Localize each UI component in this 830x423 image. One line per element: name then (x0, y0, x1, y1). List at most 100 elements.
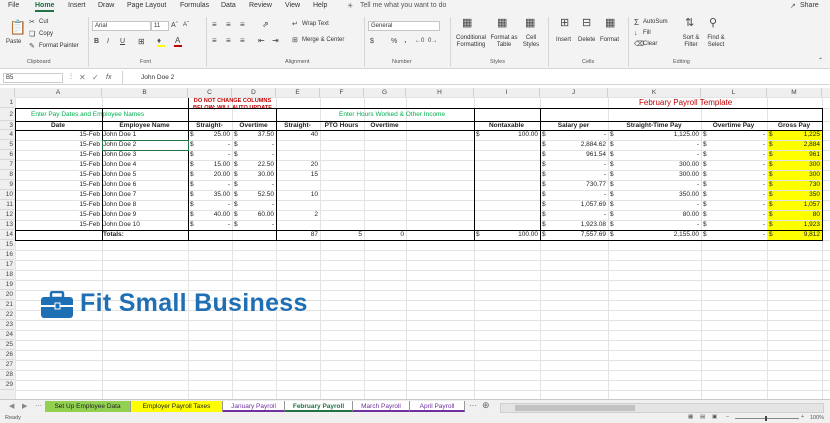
insert-cells-button[interactable]: Insert (556, 37, 571, 43)
date-cell[interactable]: 15-Feb (16, 130, 100, 140)
increase-decimal-icon[interactable]: ←0 (415, 37, 424, 46)
total-value-cell[interactable]: 87 (277, 230, 318, 240)
value-cell[interactable]: 30.00 (233, 170, 274, 180)
date-cell[interactable]: 15-Feb (16, 190, 100, 200)
column-heading[interactable]: Gross Pay (768, 121, 820, 130)
row-header[interactable]: 6 (0, 150, 14, 160)
menu-tab-data[interactable]: Data (221, 2, 236, 9)
more-sheets-icon[interactable]: ⋯ (469, 401, 477, 410)
fill-icon[interactable]: ↓ (634, 29, 638, 38)
date-cell[interactable]: 15-Feb (16, 200, 100, 210)
value-cell[interactable]: 37.50 (233, 130, 274, 140)
autosum-button[interactable]: AutoSum (643, 19, 668, 25)
value-cell[interactable]: - (233, 220, 274, 230)
value-cell[interactable]: - (233, 180, 274, 190)
value-cell[interactable]: 10 (277, 190, 318, 200)
date-cell[interactable]: 15-Feb (16, 180, 100, 190)
date-cell[interactable]: 15-Feb (16, 220, 100, 230)
employee-name-cell[interactable]: John Doe 8 (103, 200, 186, 210)
total-value-cell[interactable]: 7,557.69 (541, 230, 606, 240)
menu-tab-draw[interactable]: Draw (98, 2, 114, 9)
conditional-formatting-icon[interactable]: ▦ (462, 18, 472, 29)
zoom-level[interactable]: 100% (810, 415, 824, 421)
sheet-tab-april[interactable]: April Payroll (410, 401, 465, 412)
value-cell[interactable]: - (702, 210, 765, 220)
copy-button[interactable]: Copy (39, 31, 53, 37)
total-value-cell[interactable]: 9,812 (768, 230, 820, 240)
value-cell[interactable]: 35.00 (189, 190, 230, 200)
menu-tab-help[interactable]: Help (313, 2, 327, 9)
decrease-decimal-icon[interactable]: 0→ (428, 37, 437, 46)
value-cell[interactable]: 52.50 (233, 190, 274, 200)
scroll-tabs-right-icon[interactable]: ▶ (22, 402, 27, 411)
cut-button[interactable]: Cut (39, 19, 48, 25)
total-value-cell[interactable]: 100.00 (475, 230, 538, 240)
font-size-dropdown[interactable]: 11 (151, 21, 169, 31)
totals-label[interactable]: Totals: (103, 230, 186, 240)
value-cell[interactable]: 730 (768, 180, 820, 190)
align-top-icon[interactable]: ≡ (212, 20, 217, 29)
total-value-cell[interactable]: 2,155.00 (609, 230, 699, 240)
warning-note[interactable]: DO NOT CHANGE COLUMNS BELOW; WILL AUTO U… (191, 98, 274, 120)
align-left-icon[interactable]: ≡ (212, 36, 217, 45)
value-cell[interactable]: 15 (277, 170, 318, 180)
row-header[interactable]: 5 (0, 140, 14, 150)
date-cell[interactable]: 15-Feb (16, 160, 100, 170)
column-header-i[interactable]: I (474, 88, 540, 97)
tell-me-input[interactable]: Tell me what you want to do (360, 2, 446, 9)
value-cell[interactable]: - (609, 140, 699, 150)
row-header[interactable]: 21 (0, 300, 14, 310)
value-cell[interactable]: 1,057.69 (541, 200, 606, 210)
value-cell[interactable]: - (189, 200, 230, 210)
value-cell[interactable]: 1,125.00 (609, 130, 699, 140)
format-as-table-button[interactable]: Format as Table (490, 35, 518, 49)
grow-font-icon[interactable]: Aˆ (171, 21, 178, 30)
sheet-tab-employer-taxes[interactable]: Employer Payroll Taxes (131, 401, 223, 412)
wrap-text-button[interactable]: Wrap Text (302, 21, 329, 27)
row-header[interactable]: 13 (0, 220, 14, 230)
value-cell[interactable]: - (702, 200, 765, 210)
row-header[interactable]: 7 (0, 160, 14, 170)
clear-button[interactable]: Clear (643, 41, 657, 47)
date-cell[interactable]: 15-Feb (16, 210, 100, 220)
row-header[interactable]: 8 (0, 170, 14, 180)
value-cell[interactable]: 961.54 (541, 150, 606, 160)
date-cell[interactable]: 15-Feb (16, 140, 100, 150)
row-header[interactable]: 24 (0, 330, 14, 340)
value-cell[interactable]: 300 (768, 170, 820, 180)
paste-icon[interactable]: 📋 (9, 20, 26, 34)
row-header[interactable]: 11 (0, 200, 14, 210)
borders-icon[interactable]: ⊞ (138, 37, 145, 46)
add-sheet-icon[interactable]: ⊕ (482, 401, 490, 410)
more-tabs-icon[interactable]: ⋯ (35, 402, 42, 411)
column-header-b[interactable]: B (102, 88, 188, 97)
zoom-slider[interactable] (735, 418, 799, 419)
fill-button[interactable]: Fill (643, 30, 651, 36)
total-value-cell[interactable]: - (702, 230, 765, 240)
fill-color-icon[interactable]: ♦ (157, 36, 161, 45)
value-cell[interactable]: - (609, 150, 699, 160)
align-bottom-icon[interactable]: ≡ (240, 20, 245, 29)
value-cell[interactable]: - (702, 180, 765, 190)
insert-cells-icon[interactable]: ⊞ (560, 18, 569, 29)
employee-name-cell[interactable]: John Doe 1 (103, 130, 186, 140)
cell-styles-icon[interactable]: ▦ (525, 18, 535, 29)
conditional-formatting-button[interactable]: Conditional Formatting (454, 35, 488, 49)
row-header[interactable]: 26 (0, 350, 14, 360)
menu-tab-page-layout[interactable]: Page Layout (127, 2, 166, 9)
row-header[interactable]: 16 (0, 250, 14, 260)
zoom-out-icon[interactable]: – (726, 414, 729, 420)
value-cell[interactable]: 40.00 (189, 210, 230, 220)
sort-filter-icon[interactable]: ⇅ (685, 18, 694, 29)
value-cell[interactable]: - (702, 160, 765, 170)
font-color-icon[interactable]: A (175, 36, 180, 45)
value-cell[interactable]: 25.00 (189, 130, 230, 140)
date-cell[interactable]: 15-Feb (16, 150, 100, 160)
section-label-pay-dates[interactable]: Enter Pay Dates and Employee Names (31, 108, 208, 121)
column-header-e[interactable]: E (276, 88, 320, 97)
value-cell[interactable]: 22.50 (233, 160, 274, 170)
menu-tab-insert[interactable]: Insert (68, 2, 86, 9)
column-header-j[interactable]: J (540, 88, 608, 97)
row-header[interactable]: 1 (0, 97, 14, 108)
paste-button[interactable]: Paste (6, 39, 21, 45)
